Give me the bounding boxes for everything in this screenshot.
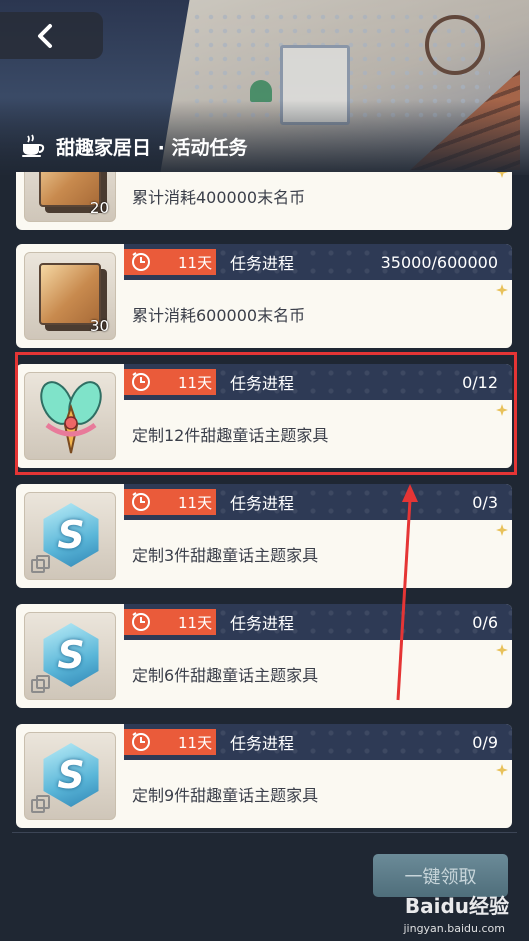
- progress-label: 任务进程: [230, 734, 295, 753]
- gold-plate-icon: [39, 263, 101, 325]
- task-card[interactable]: S 11天 任务进程 0/3 定制3件甜趣童话主题家具: [16, 484, 512, 588]
- timer-days: 11天: [178, 733, 213, 752]
- timer-badge: 11天: [124, 489, 216, 515]
- clock-icon: [132, 612, 150, 631]
- task-list[interactable]: 20 累计消耗400000末名币 30 11天 任务进程 35000/60000…: [0, 172, 529, 832]
- coffee-cup-icon: [20, 134, 46, 158]
- chevron-left-icon: [36, 23, 54, 49]
- reward-thumbnail[interactable]: 20: [24, 172, 116, 222]
- reward-thumbnail[interactable]: S: [24, 492, 116, 580]
- fairy-wings-icon: [40, 381, 102, 454]
- task-progress-bar: 11天 任务进程 0/6: [124, 604, 512, 640]
- task-card[interactable]: S 11天 任务进程 0/6 定制6件甜趣童话主题家具: [16, 604, 512, 708]
- task-description: 累计消耗600000末名币: [132, 306, 306, 325]
- star-deco-icon: [496, 172, 508, 178]
- timer-days: 11天: [178, 493, 213, 512]
- page-header: 甜趣家居日 · 活动任务: [20, 130, 247, 162]
- reward-thumbnail[interactable]: 30: [24, 252, 116, 340]
- progress-value: 0/12: [462, 372, 498, 392]
- progress-value: 0/6: [472, 612, 498, 632]
- stack-icon: [31, 555, 50, 573]
- task-card[interactable]: 30 11天 任务进程 35000/600000 累计消耗600000末名币: [16, 244, 512, 348]
- baidu-watermark: Baidu经验: [405, 890, 509, 919]
- reward-thumbnail[interactable]: S: [24, 732, 116, 820]
- star-deco-icon: [496, 644, 508, 656]
- stack-icon: [31, 675, 50, 693]
- task-description: 累计消耗400000末名币: [132, 188, 306, 207]
- footer-divider: [12, 832, 517, 833]
- watermark-brand: Baidu经验: [404, 894, 509, 918]
- task-card[interactable]: 11天 任务进程 0/12 定制12件甜趣童话主题家具: [16, 364, 512, 468]
- timer-days: 11天: [178, 373, 213, 392]
- timer-badge: 11天: [124, 609, 216, 635]
- clock-icon: [132, 252, 150, 271]
- star-deco-icon: [496, 284, 508, 296]
- progress-value: 0/9: [472, 732, 498, 752]
- timer-days: 11天: [178, 613, 213, 632]
- timer-badge: 11天: [124, 729, 216, 755]
- star-deco-icon: [496, 524, 508, 536]
- back-button[interactable]: [0, 12, 103, 59]
- reward-thumbnail[interactable]: [24, 372, 116, 460]
- task-description: 定制6件甜趣童话主题家具: [132, 666, 319, 685]
- progress-label: 任务进程: [230, 254, 295, 273]
- clock-icon: [132, 492, 150, 511]
- star-deco-icon: [496, 764, 508, 776]
- progress-label: 任务进程: [230, 494, 295, 513]
- clock-icon: [132, 372, 150, 391]
- task-description: 定制9件甜趣童话主题家具: [132, 786, 319, 805]
- star-deco-icon: [496, 404, 508, 416]
- watermark-url: jingyan.baidu.com: [403, 922, 505, 935]
- plant-illustration: [250, 80, 272, 102]
- reward-count: 30: [89, 317, 109, 335]
- task-progress-bar: 11天 任务进程 0/3: [124, 484, 512, 520]
- task-description: 定制3件甜趣童话主题家具: [132, 546, 319, 565]
- task-progress-bar: 11天 任务进程 0/9: [124, 724, 512, 760]
- reward-thumbnail[interactable]: S: [24, 612, 116, 700]
- task-progress-bar: 11天 任务进程 0/12: [124, 364, 512, 400]
- progress-label: 任务进程: [230, 374, 295, 393]
- stack-icon: [31, 795, 50, 813]
- timer-days: 11天: [178, 253, 213, 272]
- ship-wheel-illustration: [425, 15, 485, 75]
- task-progress-bar: 11天 任务进程 35000/600000: [124, 244, 512, 280]
- clock-icon: [132, 732, 150, 751]
- task-description: 定制12件甜趣童话主题家具: [132, 426, 329, 445]
- task-card[interactable]: 20 累计消耗400000末名币: [16, 172, 512, 230]
- timer-badge: 11天: [124, 249, 216, 275]
- progress-value: 35000/600000: [380, 252, 498, 272]
- progress-label: 任务进程: [230, 614, 295, 633]
- timer-badge: 11天: [124, 369, 216, 395]
- task-card[interactable]: S 11天 任务进程 0/9 定制9件甜趣童话主题家具: [16, 724, 512, 828]
- reward-count: 20: [89, 199, 109, 217]
- progress-value: 0/3: [472, 492, 498, 512]
- page-title: 甜趣家居日 · 活动任务: [56, 136, 248, 159]
